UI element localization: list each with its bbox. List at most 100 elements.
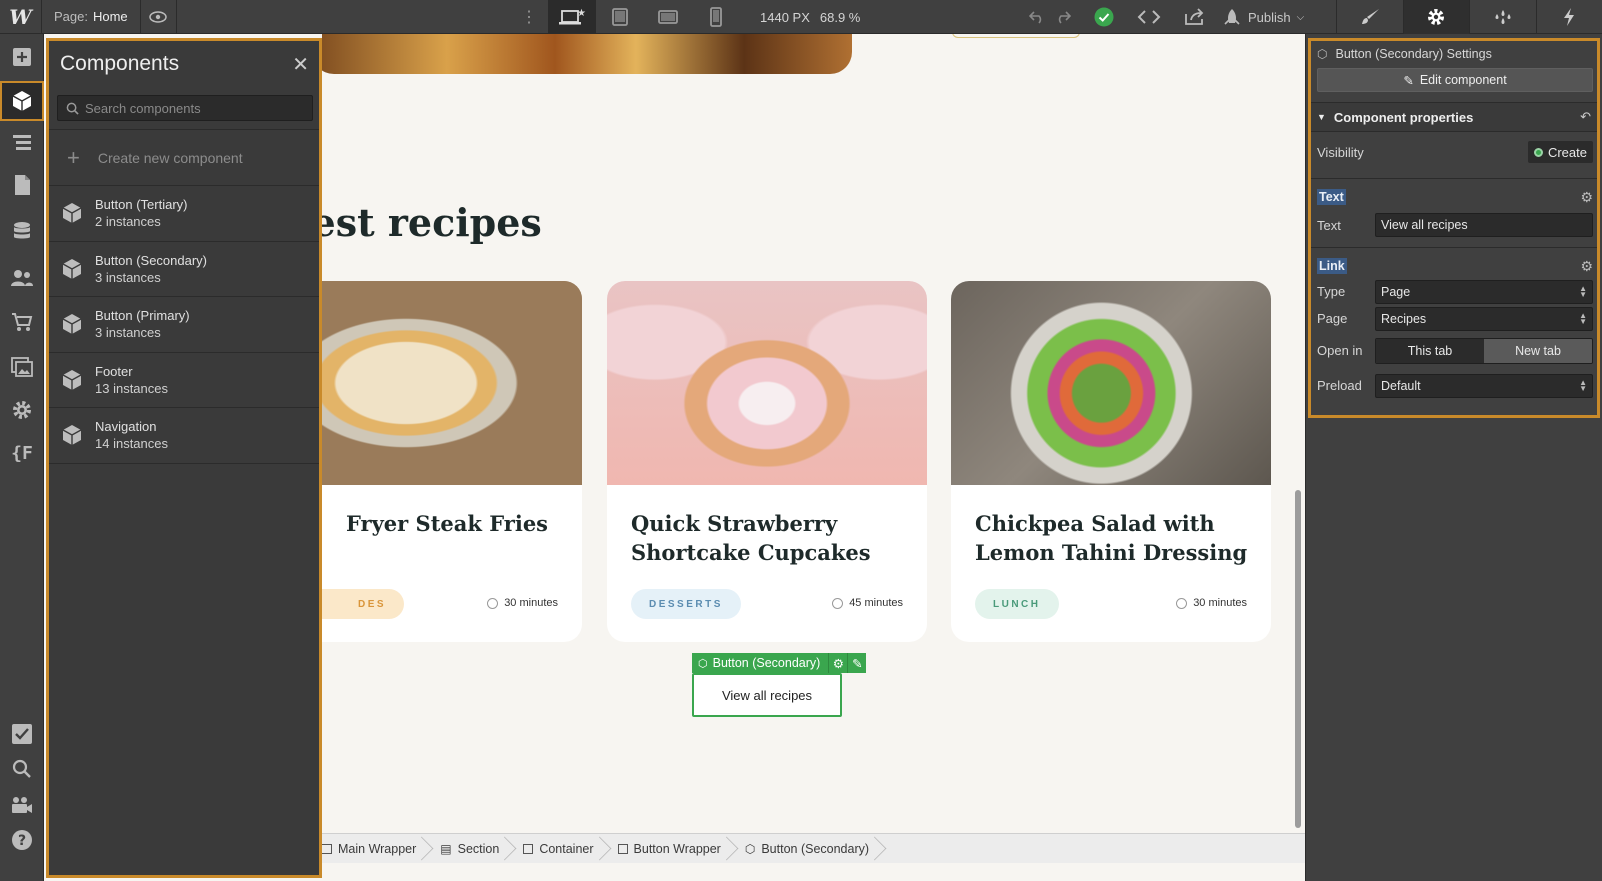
search-components-input[interactable] (85, 100, 305, 116)
text-settings-gear-icon[interactable]: ⚙ (1580, 189, 1593, 206)
preload-select[interactable]: Default ▲ ▼ (1375, 373, 1593, 398)
preview-eye-icon[interactable] (141, 0, 177, 34)
recipe-card-1[interactable]: Fryer Steak Fries DES 30 minutes (322, 281, 582, 642)
webflow-logo-icon[interactable]: W (0, 0, 42, 34)
panel-title: Components (60, 52, 180, 75)
recipe-card-image (607, 281, 927, 485)
cms-database-icon[interactable] (0, 212, 44, 252)
view-all-recipes-button[interactable]: View all recipes (692, 673, 842, 717)
reset-arrow-icon[interactable]: ↶ (1580, 109, 1591, 125)
component-item[interactable]: Button (Tertiary) 2 instances (49, 186, 319, 242)
new-tab-option[interactable]: New tab (1484, 338, 1592, 363)
breadcrumb-main-wrapper[interactable]: Main Wrapper (322, 834, 426, 864)
component-cube-icon: ⬡ (698, 657, 708, 670)
component-cube-icon (62, 369, 82, 390)
component-instances: 13 instances (95, 380, 168, 396)
component-settings: ⬡ Button (Secondary) Settings ✎ Edit com… (1308, 38, 1600, 418)
canvas-zoom: 68.9 % (819, 9, 861, 25)
svg-text:?: ? (18, 833, 26, 849)
search-icon[interactable] (0, 749, 44, 789)
this-tab-option[interactable]: This tab (1376, 338, 1484, 363)
search-box[interactable] (57, 95, 313, 121)
ecommerce-cart-icon[interactable] (0, 302, 44, 342)
close-icon[interactable]: ✕ (292, 52, 309, 77)
text-value-field[interactable]: View all recipes (1375, 213, 1593, 237)
breadcrumb-button-wrapper[interactable]: Button Wrapper (604, 834, 731, 864)
open-in-label: Open in (1317, 343, 1363, 358)
pages-icon[interactable] (0, 165, 44, 205)
recipe-card-3[interactable]: Chickpea Salad with Lemon Tahini Dressin… (951, 281, 1271, 642)
page-label: Page (1317, 311, 1348, 326)
component-item[interactable]: Button (Primary) 3 instances (49, 297, 319, 353)
chevron-down-icon: ⌵ (1296, 11, 1305, 23)
redo-icon[interactable] (1052, 0, 1074, 34)
recipe-card-image (322, 281, 582, 485)
component-cube-icon: ⬡ (1317, 46, 1328, 61)
component-item[interactable]: Footer 13 instances (49, 353, 319, 408)
tablet-breakpoint-icon[interactable] (596, 0, 644, 34)
webflow-designer: W Page: Home ⋮ ★ 1440 PX 68.9 % Publish … (0, 0, 1602, 881)
undo-icon[interactable] (1026, 0, 1048, 34)
page-selector[interactable]: Page: Home (42, 0, 141, 34)
desktop-breakpoint-icon[interactable]: ★ (548, 0, 596, 34)
component-instances: 3 instances (95, 325, 161, 341)
style-manager-drops-icon[interactable] (1469, 0, 1536, 34)
add-elements-plus-icon[interactable] (0, 37, 44, 77)
edit-component-pencil-icon[interactable]: ✎ (847, 653, 866, 673)
mobile-portrait-breakpoint-icon[interactable] (692, 0, 740, 34)
video-tutorials-icon[interactable] (0, 785, 44, 825)
recipe-category-tag[interactable]: LUNCH (975, 589, 1059, 619)
element-settings-gear-icon[interactable]: ⚙ (828, 653, 847, 673)
create-new-component-button[interactable]: + Create new component (49, 130, 319, 186)
text-section-label: Text (1317, 189, 1346, 205)
recipe-card-title: Chickpea Salad with Lemon Tahini Dressin… (975, 511, 1248, 565)
breadcrumb-container[interactable]: Container (509, 834, 603, 864)
type-label: Type (1317, 284, 1346, 299)
breadcrumb-section[interactable]: ▤ Section (426, 834, 509, 864)
selected-element-label[interactable]: ⬡ Button (Secondary) ⚙ ✎ (692, 653, 867, 673)
component-properties-header[interactable]: ▼ Component properties ↶ (1311, 102, 1597, 132)
link-settings-gear-icon[interactable]: ⚙ (1580, 258, 1593, 275)
component-cube-icon (62, 314, 82, 335)
breadcrumb-button-secondary[interactable]: ⬡ Button (Secondary) (731, 834, 879, 864)
rocket-icon (1224, 9, 1240, 25)
mobile-landscape-breakpoint-icon[interactable] (644, 0, 692, 34)
hero-button-edge (952, 34, 1080, 38)
interactions-bolt-icon[interactable] (1535, 0, 1602, 34)
more-breakpoints-icon[interactable]: ⋮ (514, 0, 544, 34)
help-question-icon[interactable]: ? (0, 820, 44, 860)
status-check-icon[interactable] (1092, 0, 1116, 34)
users-icon[interactable] (0, 258, 44, 298)
recipe-category-tag[interactable]: DES (322, 589, 405, 619)
breadcrumb: Main Wrapper ▤ Section Container Button W… (322, 833, 1305, 863)
navigator-layers-icon[interactable] (0, 123, 44, 163)
component-item[interactable]: Button (Secondary) 3 instances (49, 242, 319, 297)
recipe-card-title: Fryer Steak Fries (346, 511, 549, 536)
style-brush-icon[interactable] (1336, 0, 1403, 34)
component-cube-icon: ⬡ (744, 841, 756, 856)
canvas-scrollbar[interactable] (1295, 490, 1301, 828)
component-name: Button (Tertiary) (95, 197, 188, 213)
variables-icon[interactable]: {F (0, 433, 44, 473)
code-export-icon[interactable] (1136, 0, 1162, 34)
select-arrows-icon: ▲ ▼ (1579, 283, 1587, 299)
assets-image-icon[interactable] (0, 347, 44, 387)
component-name: Button (Secondary) (95, 252, 208, 268)
publish-button[interactable]: Publish ⌵ (1222, 0, 1304, 34)
components-cube-icon[interactable] (0, 81, 44, 121)
site-settings-gear-icon[interactable] (0, 390, 44, 430)
audit-checkbox-icon[interactable] (0, 714, 44, 754)
edit-component-button[interactable]: ✎ Edit component (1317, 68, 1593, 92)
visibility-create-button[interactable]: Create (1527, 141, 1593, 163)
component-item[interactable]: Navigation 14 instances (49, 408, 319, 464)
share-icon[interactable] (1182, 0, 1208, 34)
link-type-select[interactable]: Page ▲ ▼ (1375, 279, 1593, 304)
caret-down-icon: ▼ (1317, 112, 1326, 122)
recipe-card-2[interactable]: Quick Strawberry Shortcake Cupcakes DESS… (607, 281, 927, 642)
preload-label: Preload (1317, 378, 1362, 393)
settings-gear-icon[interactable] (1402, 0, 1469, 34)
visibility-label: Visibility (1317, 144, 1364, 160)
design-canvas[interactable]: test recipes Fryer Steak Fries DES 30 mi… (322, 34, 1303, 849)
link-page-select[interactable]: Recipes ▲ ▼ (1375, 306, 1593, 331)
recipe-category-tag[interactable]: DESSERTS (631, 589, 741, 619)
